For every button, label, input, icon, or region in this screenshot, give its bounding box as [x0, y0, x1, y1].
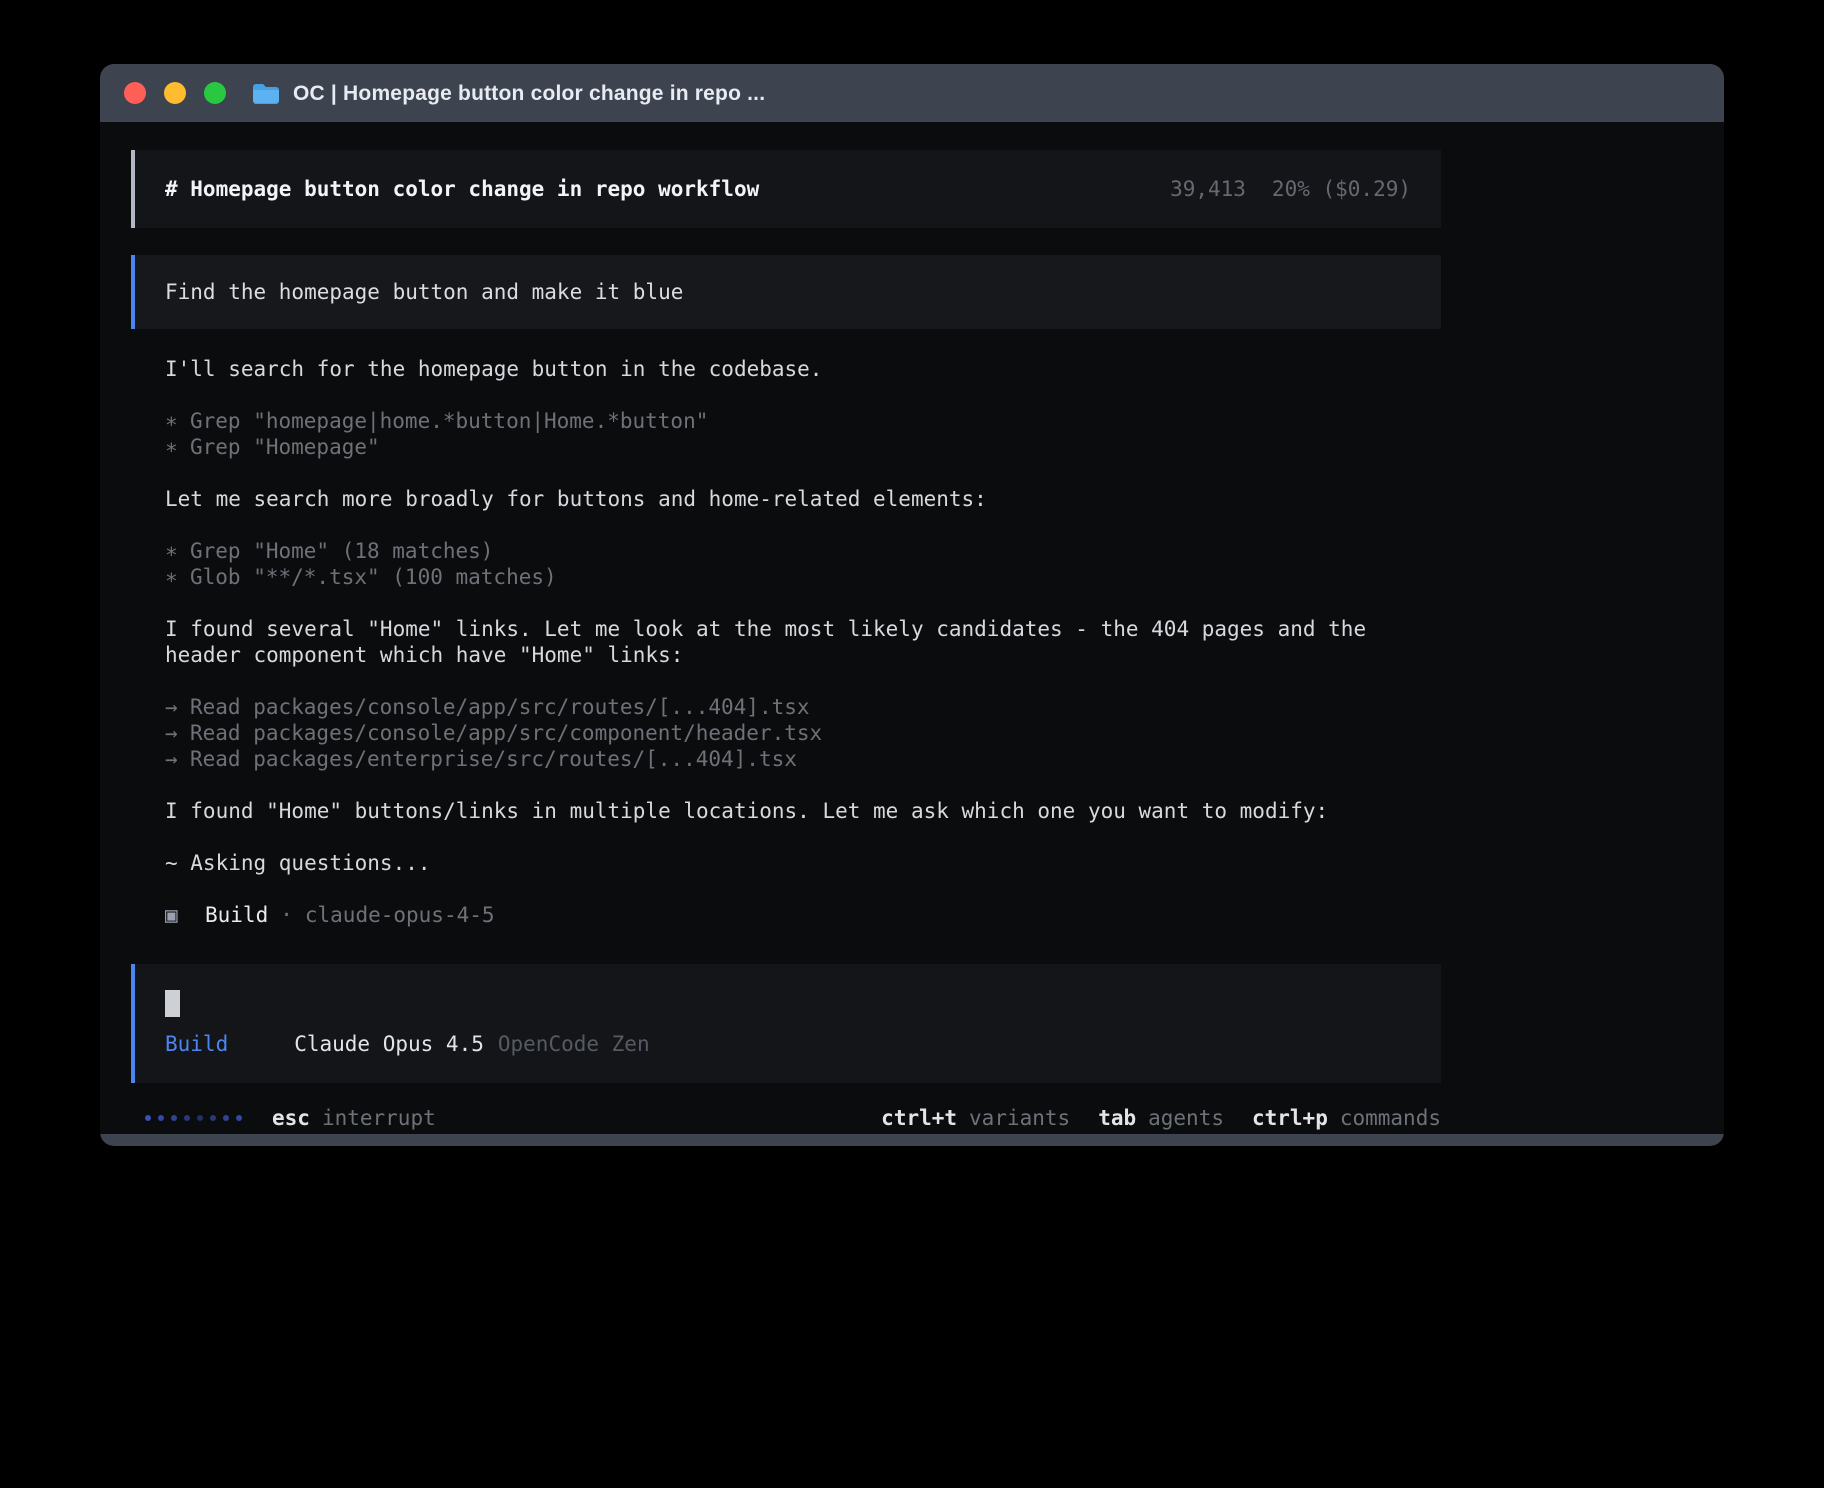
zoom-button[interactable]	[204, 82, 226, 104]
user-message-text: Find the homepage button and make it blu…	[165, 280, 683, 304]
arrow-right-icon: →	[165, 746, 190, 772]
user-message: Find the homepage button and make it blu…	[131, 255, 1441, 329]
shortcut-label-interrupt: interrupt	[322, 1105, 436, 1131]
tool-call-grep: ∗Grep "Home" (18 matches)	[165, 538, 1441, 564]
agent-model-line: ▣ Build · claude-opus-4-5	[165, 902, 1441, 928]
tool-call-glob: ∗Glob "**/*.tsx" (100 matches)	[165, 564, 1441, 590]
shortcut-key-esc: esc	[272, 1105, 310, 1131]
shortcut-variants: ctrl+t variants	[881, 1105, 1070, 1131]
arrow-right-icon: →	[165, 694, 190, 720]
tool-asterisk-icon: ∗	[165, 434, 190, 460]
agent-badge[interactable]: Build	[165, 1031, 228, 1057]
minimize-button[interactable]	[164, 82, 186, 104]
context-usage: 20% ($0.29)	[1272, 176, 1411, 202]
session-header: # Homepage button color change in repo w…	[131, 150, 1441, 228]
tool-call-grep: ∗Grep "Homepage"	[165, 434, 1441, 460]
model-id: claude-opus-4-5	[305, 902, 495, 928]
tool-call-grep: ∗Grep "homepage|home.*button|Home.*butto…	[165, 408, 1441, 434]
tui-root: # Homepage button color change in repo w…	[131, 122, 1441, 1131]
titlebar[interactable]: OC | Homepage button color change in rep…	[100, 64, 1724, 122]
arrow-right-icon: →	[165, 720, 190, 746]
token-count: 39,413	[1170, 176, 1246, 202]
agent-name: Build	[205, 902, 268, 928]
shortcut-agents: tab agents	[1098, 1105, 1224, 1131]
terminal-window: OC | Homepage button color change in rep…	[100, 64, 1724, 1146]
prompt-input[interactable]: Build Claude Opus 4.5 OpenCode Zen	[131, 964, 1441, 1083]
text-cursor	[165, 990, 180, 1017]
tool-call-group: →Read packages/console/app/src/routes/[.…	[165, 694, 1441, 772]
session-title: # Homepage button color change in repo w…	[165, 176, 759, 202]
tool-asterisk-icon: ∗	[165, 564, 190, 590]
tool-call-read: →Read packages/enterprise/src/routes/[..…	[165, 746, 1441, 772]
traffic-lights	[124, 82, 226, 104]
tool-call-group: ∗Grep "Home" (18 matches) ∗Glob "**/*.ts…	[165, 538, 1441, 590]
folder-icon	[252, 82, 280, 105]
session-stats: 39,413 20% ($0.29)	[1170, 176, 1411, 202]
tool-call-group: ∗Grep "homepage|home.*button|Home.*butto…	[165, 408, 1441, 460]
assistant-text: I found "Home" buttons/links in multiple…	[165, 798, 1441, 824]
assistant-text: I found several "Home" links. Let me loo…	[165, 616, 1441, 668]
status-bar: esc interrupt ctrl+t variants tab agents…	[131, 1105, 1441, 1131]
input-meta: Build Claude Opus 4.5 OpenCode Zen	[165, 1031, 1411, 1057]
tool-asterisk-icon: ∗	[165, 408, 190, 434]
tool-asterisk-icon: ∗	[165, 538, 190, 564]
model-name[interactable]: Claude Opus 4.5	[294, 1031, 484, 1057]
statusbar-right: ctrl+t variants tab agents ctrl+p comman…	[881, 1105, 1441, 1131]
separator-dot: ·	[280, 902, 293, 928]
provider-name: OpenCode Zen	[498, 1031, 650, 1057]
spinner-dots-icon	[145, 1115, 242, 1121]
assistant-text: I'll search for the homepage button in t…	[165, 356, 1441, 382]
agent-square-dot-icon: ▣	[165, 902, 205, 928]
window-title: OC | Homepage button color change in rep…	[293, 83, 765, 104]
assistant-text: Let me search more broadly for buttons a…	[165, 486, 1441, 512]
shortcut-commands: ctrl+p commands	[1252, 1105, 1441, 1131]
statusbar-left: esc interrupt	[145, 1105, 436, 1131]
tool-call-read: →Read packages/console/app/src/routes/[.…	[165, 694, 1441, 720]
status-asking-questions: ~ Asking questions...	[165, 850, 1441, 876]
tool-call-read: →Read packages/console/app/src/component…	[165, 720, 1441, 746]
close-button[interactable]	[124, 82, 146, 104]
terminal-screen[interactable]: # Homepage button color change in repo w…	[100, 122, 1724, 1134]
